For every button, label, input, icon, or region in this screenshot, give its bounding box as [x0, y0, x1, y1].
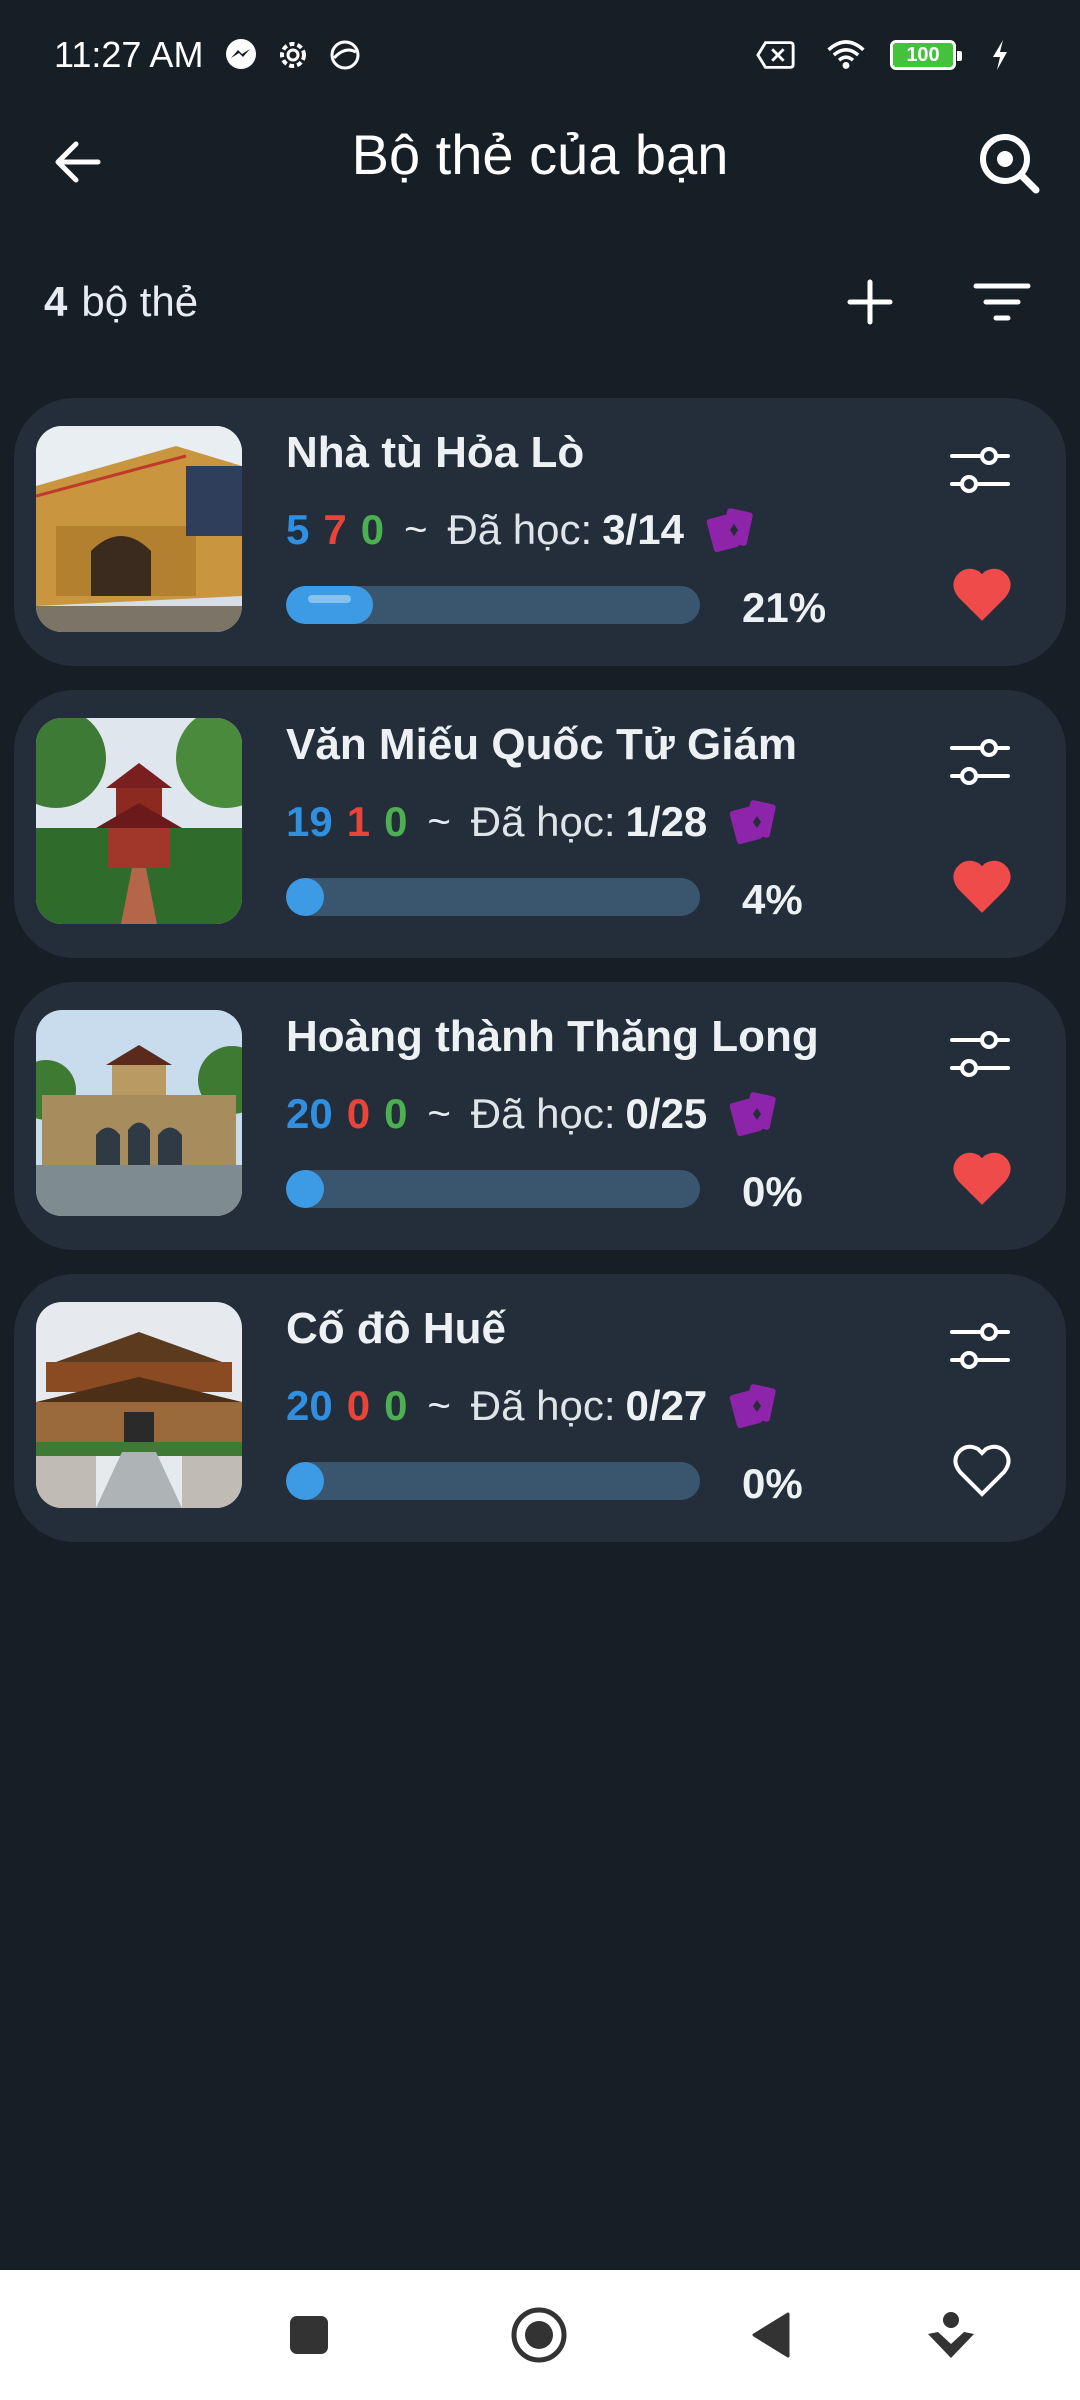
progress-fill — [286, 1462, 324, 1500]
deck-name: Hoàng thành Thăng Long — [286, 1012, 819, 1061]
filter-button[interactable] — [970, 272, 1034, 332]
separator-tilde: ~ — [427, 1091, 451, 1136]
no-sim-icon — [756, 35, 796, 75]
review-count: 0 — [384, 1382, 408, 1429]
deck-thumbnail — [36, 426, 242, 632]
cards-icon — [727, 1088, 779, 1140]
progress-bar — [286, 586, 700, 624]
search-icon[interactable] — [974, 128, 1044, 198]
status-bar: 11:27 AM 100 — [0, 0, 1080, 110]
new-count: 20 — [286, 1090, 333, 1137]
learned-value: 0/27 — [625, 1382, 708, 1429]
progress-bar — [286, 1170, 700, 1208]
cards-icon — [727, 1380, 779, 1432]
progress-fill — [286, 1170, 324, 1208]
deck-count: 4 bộ thẻ — [44, 278, 198, 326]
deck-name: Cố đô Huế — [286, 1304, 506, 1353]
learned-label: Đã học: — [470, 798, 616, 845]
review-count: 0 — [360, 506, 385, 553]
learned-label: Đã học: — [470, 1090, 616, 1137]
system-nav-bar — [0, 2270, 1080, 2400]
deck-options-icon[interactable] — [948, 440, 1012, 500]
favorite-heart-icon[interactable] — [952, 566, 1012, 622]
deck-card[interactable]: Văn Miếu Quốc Tử Giám 19 1 0 ~ Đã học: 1… — [14, 690, 1066, 958]
deck-card[interactable]: Cố đô Huế 20 0 0 ~ Đã học: 0/27 0% — [14, 1274, 1066, 1542]
review-count: 0 — [384, 798, 408, 845]
deck-thumbnail — [36, 1010, 242, 1216]
progress-percent: 0% — [742, 1168, 803, 1215]
learned-value: 1/28 — [625, 798, 708, 845]
learned-value: 0/25 — [625, 1090, 708, 1137]
assistant-icon[interactable] — [918, 2302, 984, 2368]
deck-name: Văn Miếu Quốc Tử Giám — [286, 720, 798, 769]
messenger-icon — [221, 35, 261, 75]
separator-tilde: ~ — [427, 799, 451, 844]
charging-icon — [980, 35, 1020, 75]
back-triangle-icon[interactable] — [740, 2302, 806, 2368]
progress-percent: 21% — [742, 584, 827, 631]
favorite-heart-icon[interactable] — [952, 858, 1012, 914]
favorite-heart-icon[interactable] — [952, 1150, 1012, 1206]
progress-fill — [286, 586, 373, 624]
deck-thumbnail — [36, 1302, 242, 1508]
separator-tilde: ~ — [404, 507, 428, 552]
new-count: 20 — [286, 1382, 333, 1429]
deck-options-icon[interactable] — [948, 732, 1012, 792]
deck-stats: 20 0 0 ~ Đã học: 0/27 — [286, 1380, 779, 1432]
app-bar: Bộ thẻ của bạn — [0, 110, 1080, 210]
wifi-icon — [826, 35, 866, 75]
deck-toolbar: 4 bộ thẻ — [0, 260, 1080, 340]
progress-bar — [286, 1462, 700, 1500]
add-deck-button[interactable] — [840, 272, 900, 332]
deck-thumbnail — [36, 718, 242, 924]
learned-label: Đã học: — [447, 506, 593, 553]
new-count: 19 — [286, 798, 333, 845]
separator-tilde: ~ — [427, 1383, 451, 1428]
battery-icon: 100 — [890, 40, 962, 70]
cards-icon — [727, 796, 779, 848]
progress-percent: 4% — [742, 876, 803, 923]
status-time: 11:27 AM — [54, 34, 204, 75]
plus-icon — [847, 279, 893, 325]
deck-stats: 19 1 0 ~ Đã học: 1/28 — [286, 796, 779, 848]
deck-options-icon[interactable] — [948, 1024, 1012, 1084]
favorite-heart-icon[interactable] — [952, 1442, 1012, 1498]
deck-card[interactable]: Nhà tù Hỏa Lò 5 7 0 ~ Đã học: 3/14 21% — [14, 398, 1066, 666]
learning-count: 1 — [346, 798, 371, 845]
new-count: 5 — [286, 506, 310, 553]
page-title: Bộ thẻ của bạn — [351, 123, 729, 186]
filter-icon — [973, 283, 1031, 321]
deck-name: Nhà tù Hỏa Lò — [286, 428, 585, 477]
deck-list: Nhà tù Hỏa Lò 5 7 0 ~ Đã học: 3/14 21% V… — [14, 398, 1066, 1566]
deck-stats: 20 0 0 ~ Đã học: 0/25 — [286, 1088, 779, 1140]
learned-value: 3/14 — [602, 506, 684, 553]
deck-card[interactable]: Hoàng thành Thăng Long 20 0 0 ~ Đã học: … — [14, 982, 1066, 1250]
learning-count: 0 — [346, 1090, 371, 1137]
deck-stats: 5 7 0 ~ Đã học: 3/14 — [286, 504, 756, 556]
deck-options-icon[interactable] — [948, 1316, 1012, 1376]
learned-label: Đã học: — [470, 1382, 616, 1429]
deck-count-label: bộ thẻ — [81, 278, 199, 325]
cards-icon — [704, 504, 756, 556]
status-right-group: 100 — [750, 35, 1026, 75]
learning-count: 7 — [323, 506, 347, 553]
review-count: 0 — [384, 1090, 408, 1137]
recents-square-icon[interactable] — [276, 2302, 342, 2368]
deck-count-number: 4 — [44, 278, 68, 325]
settings-gear-icon — [273, 35, 313, 75]
home-circle-icon[interactable] — [506, 2302, 572, 2368]
progress-percent: 0% — [742, 1460, 803, 1507]
screen: 11:27 AM 100 Bộ thẻ của bạn 4 bộ thẻ Nhà… — [0, 0, 1080, 2400]
vpn-icon — [325, 35, 365, 75]
progress-fill — [286, 878, 324, 916]
progress-bar — [286, 878, 700, 916]
learning-count: 0 — [346, 1382, 371, 1429]
